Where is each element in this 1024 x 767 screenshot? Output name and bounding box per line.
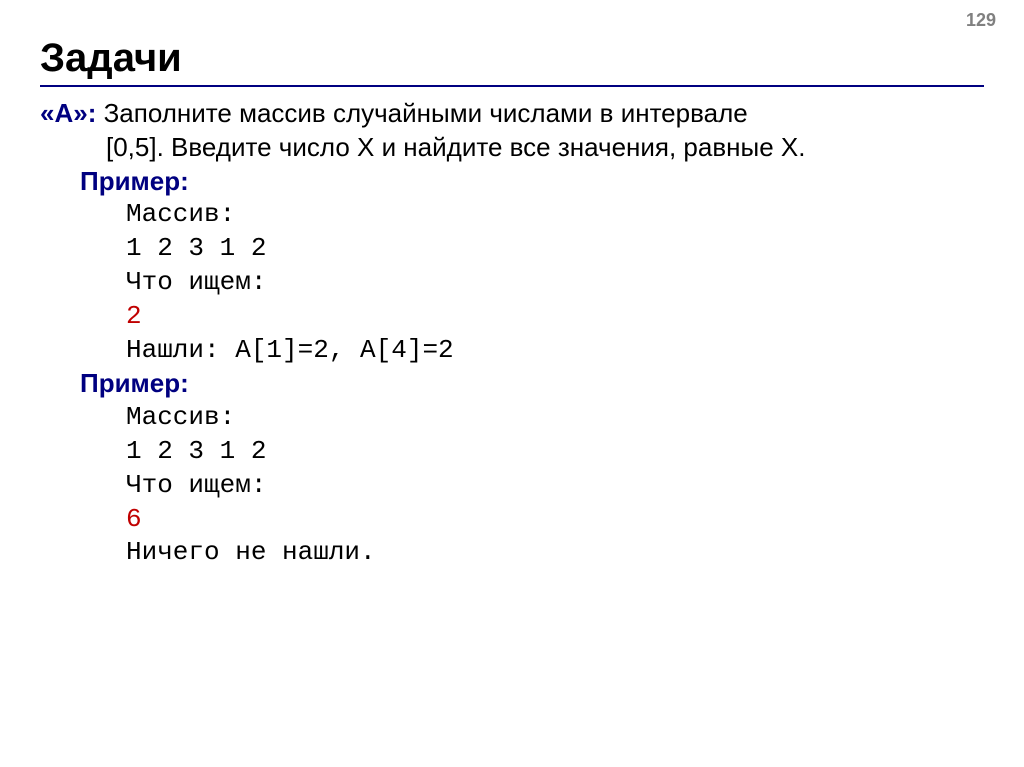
- example2-label: Пример:: [80, 367, 984, 401]
- example1-code: Массив: 1 2 3 1 2 Что ищем: 2 Нашли: A[1…: [126, 198, 984, 367]
- task-desc-line1: Заполните массив случайными числами в ин…: [96, 98, 747, 128]
- code-line: Что ищем:: [126, 469, 984, 503]
- code-line-input: 2: [126, 300, 984, 334]
- code-line: Что ищем:: [126, 266, 984, 300]
- code-line: 1 2 3 1 2: [126, 232, 984, 266]
- code-line: Ничего не нашли.: [126, 536, 984, 570]
- example2-code: Массив: 1 2 3 1 2 Что ищем: 6 Ничего не …: [126, 401, 984, 570]
- code-line: 1 2 3 1 2: [126, 435, 984, 469]
- title-divider: [40, 85, 984, 87]
- code-line: Нашли: A[1]=2, A[4]=2: [126, 334, 984, 368]
- example1-label: Пример:: [80, 165, 984, 199]
- task-block: «A»: Заполните массив случайными числами…: [40, 97, 984, 165]
- task-label: «A»:: [40, 98, 96, 128]
- page-title: Задачи: [40, 36, 984, 81]
- page-number: 129: [966, 10, 996, 31]
- task-desc-line2: [0,5]. Введите число X и найдите все зна…: [106, 131, 984, 165]
- code-line-input: 6: [126, 503, 984, 537]
- code-line: Массив:: [126, 198, 984, 232]
- content-area: «A»: Заполните массив случайными числами…: [40, 97, 984, 570]
- code-line: Массив:: [126, 401, 984, 435]
